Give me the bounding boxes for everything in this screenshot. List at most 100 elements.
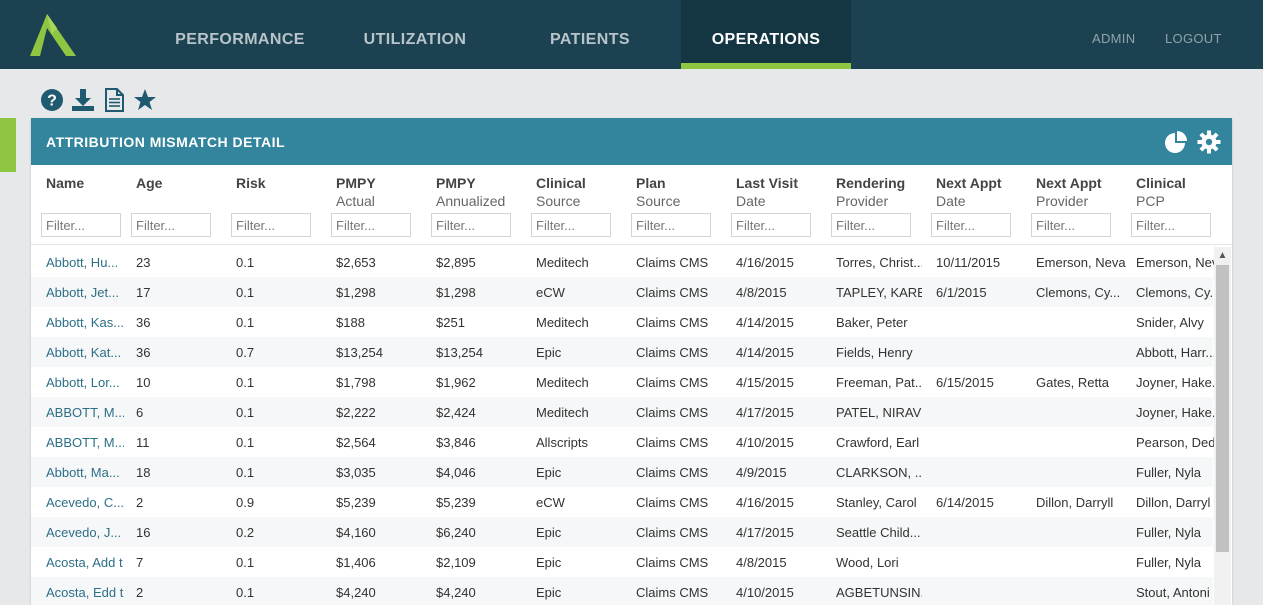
table-row[interactable]: Acosta, Edd t 2 0.1 $4,240 $4,240 Epic Claims … xyxy=(31,577,1213,605)
cell-clinical-pcp: Snider, Alvy xyxy=(1136,315,1204,330)
cell-next-appt-date: 10/11/2015 xyxy=(936,255,1001,270)
table-row[interactable]: Abbott, Jet... 17 0.1 $1,298 $1,298 eCW Claims… xyxy=(31,277,1214,307)
tab-patients[interactable]: PATIENTS xyxy=(510,0,670,69)
gear-icon[interactable] xyxy=(1197,130,1221,154)
cell-clinical-pcp: Pearson, Ded xyxy=(1136,435,1214,450)
filter-age-input[interactable] xyxy=(131,213,211,237)
cell-pmpy-actual: $4,240 xyxy=(336,585,376,600)
table-row[interactable]: Acevedo, J... 16 0.2 $4,160 $6,240 Epic Claims… xyxy=(31,517,1213,547)
cell-plan-source: Claims CMS xyxy=(636,585,709,600)
side-tab-marker[interactable] xyxy=(0,118,16,172)
col-header-next-appt-provider[interactable]: Next Appt Provider xyxy=(1036,174,1102,210)
cell-pmpy-actual: $3,035 xyxy=(336,465,376,480)
cell-name[interactable]: Acosta, Edd t xyxy=(46,585,124,600)
cell-pmpy-annualized: $251 xyxy=(436,315,465,330)
cell-pmpy-actual: $188 xyxy=(336,315,365,330)
filter-pmpy-annualized-input[interactable] xyxy=(431,213,511,237)
help-icon[interactable]: ? xyxy=(40,88,64,112)
tab-operations[interactable]: OPERATIONS xyxy=(681,0,851,69)
cell-name[interactable]: Acosta, Add t xyxy=(46,555,124,570)
cell-name[interactable]: Abbott, Kas... xyxy=(46,315,124,330)
scroll-up-arrow-icon[interactable]: ▲ xyxy=(1214,247,1231,264)
cell-plan-source: Claims CMS xyxy=(636,555,709,570)
cell-clinical-source: Meditech xyxy=(536,405,589,420)
tab-performance[interactable]: PERFORMANCE xyxy=(160,0,320,69)
cell-name[interactable]: Acevedo, J... xyxy=(46,525,124,540)
table-row[interactable]: Acosta, Add t 7 0.1 $1,406 $2,109 Epic Claims … xyxy=(31,547,1213,577)
col-header-pmpy-actual[interactable]: PMPY Actual xyxy=(336,174,376,210)
col-header-age[interactable]: Age xyxy=(136,174,162,192)
filter-rendering-provider-input[interactable] xyxy=(831,213,911,237)
col-header-risk[interactable]: Risk xyxy=(236,174,266,192)
vertical-scrollbar[interactable]: ▲ xyxy=(1214,247,1231,605)
logout-link[interactable]: LOGOUT xyxy=(1165,31,1222,46)
cell-name[interactable]: ABBOTT, M... xyxy=(46,405,124,420)
col-header-clinical-pcp[interactable]: Clinical PCP xyxy=(1136,174,1186,210)
cell-risk: 0.9 xyxy=(236,495,255,510)
cell-clinical-source: Meditech xyxy=(536,375,589,390)
table-row[interactable]: Abbott, Kat... 36 0.7 $13,254 $13,254 Epic Cla… xyxy=(31,337,1214,367)
tab-utilization[interactable]: UTILIZATION xyxy=(335,0,495,69)
cell-name[interactable]: ABBOTT, M... xyxy=(46,435,124,450)
col-header-rendering-provider[interactable]: Rendering Provider xyxy=(836,174,905,210)
col-header-pmpy-annualized[interactable]: PMPY Annualized xyxy=(436,174,505,210)
cell-name[interactable]: Abbott, Jet... xyxy=(46,285,124,300)
cell-rendering-provider: Stanley, Carol xyxy=(836,495,917,510)
table-row[interactable]: Abbott, Ma... 18 0.1 $3,035 $4,046 Epic Claims… xyxy=(31,457,1213,487)
cell-plan-source: Claims CMS xyxy=(636,525,709,540)
table-row[interactable]: ABBOTT, M... 6 0.1 $2,222 $2,424 Meditech Clai… xyxy=(31,397,1214,427)
cell-clinical-pcp: Emerson, Nev xyxy=(1136,255,1214,270)
filter-risk-input[interactable] xyxy=(231,213,311,237)
cell-plan-source: Claims CMS xyxy=(636,405,709,420)
cell-last-visit-date: 4/10/2015 xyxy=(736,585,794,600)
cell-age: 18 xyxy=(136,465,151,480)
col-header-plan-source[interactable]: Plan Source xyxy=(636,174,680,210)
cell-name[interactable]: Abbott, Kat... xyxy=(46,345,124,360)
document-icon[interactable] xyxy=(102,88,126,112)
col-header-next-appt-date[interactable]: Next Appt Date xyxy=(936,174,1002,210)
filter-next-appt-date-input[interactable] xyxy=(931,213,1011,237)
cell-plan-source: Claims CMS xyxy=(636,375,709,390)
cell-pmpy-actual: $2,653 xyxy=(336,255,376,270)
cell-name[interactable]: Abbott, Ma... xyxy=(46,465,124,480)
filter-clinical-source-input[interactable] xyxy=(531,213,611,237)
col-header-last-visit-date[interactable]: Last Visit Date xyxy=(736,174,798,210)
filter-pmpy-actual-input[interactable] xyxy=(331,213,411,237)
table-row[interactable]: Abbott, Lor... 10 0.1 $1,798 $1,962 Meditech C… xyxy=(31,367,1214,397)
table-row[interactable]: Abbott, Kas... 36 0.1 $188 $251 Meditech Claim… xyxy=(31,307,1213,337)
filter-plan-source-input[interactable] xyxy=(631,213,711,237)
filter-next-appt-provider-input[interactable] xyxy=(1031,213,1111,237)
download-icon[interactable] xyxy=(71,88,95,112)
cell-age: 6 xyxy=(136,405,144,420)
cell-risk: 0.1 xyxy=(236,465,255,480)
filter-name-input[interactable] xyxy=(41,213,121,237)
star-icon[interactable] xyxy=(133,88,157,112)
header-divider xyxy=(31,244,1232,245)
cell-clinical-pcp: Stout, Antoni xyxy=(1136,585,1210,600)
col-header-clinical-source[interactable]: Clinical Source xyxy=(536,174,586,210)
admin-link[interactable]: ADMIN xyxy=(1092,31,1135,46)
filter-last-visit-date-input[interactable] xyxy=(731,213,811,237)
cell-name[interactable]: Acevedo, C... xyxy=(46,495,124,510)
cell-plan-source: Claims CMS xyxy=(636,435,709,450)
table-row[interactable]: ABBOTT, M... 11 0.1 $2,564 $3,846 Allscripts C… xyxy=(31,427,1214,457)
cell-clinical-pcp: Fuller, Nyla xyxy=(1136,465,1202,480)
cell-name[interactable]: Abbott, Lor... xyxy=(46,375,124,390)
pie-chart-icon[interactable] xyxy=(1164,130,1188,154)
filter-clinical-pcp-input[interactable] xyxy=(1131,213,1211,237)
table-row[interactable]: Abbott, Hu... 23 0.1 $2,653 $2,895 Meditech Cl… xyxy=(31,247,1214,277)
cell-rendering-provider: TAPLEY, KAREN xyxy=(836,285,922,300)
cell-rendering-provider: Baker, Peter xyxy=(836,315,908,330)
cell-last-visit-date: 4/14/2015 xyxy=(736,345,794,360)
col-header-name[interactable]: Name xyxy=(46,174,84,192)
table-row[interactable]: Acevedo, C... 2 0.9 $5,239 $5,239 eCW Claims C… xyxy=(31,487,1213,517)
cell-name[interactable]: Abbott, Hu... xyxy=(46,255,124,270)
cell-clinical-pcp: Clemons, Cy... xyxy=(1136,285,1214,300)
peak-logo-icon[interactable] xyxy=(30,14,76,56)
cell-plan-source: Claims CMS xyxy=(636,285,709,300)
cell-clinical-pcp: Fuller, Nyla xyxy=(1136,555,1202,570)
cell-last-visit-date: 4/16/2015 xyxy=(736,495,794,510)
cell-risk: 0.1 xyxy=(236,585,255,600)
scrollbar-thumb[interactable] xyxy=(1216,265,1229,552)
cell-rendering-provider: Fields, Henry xyxy=(836,345,913,360)
